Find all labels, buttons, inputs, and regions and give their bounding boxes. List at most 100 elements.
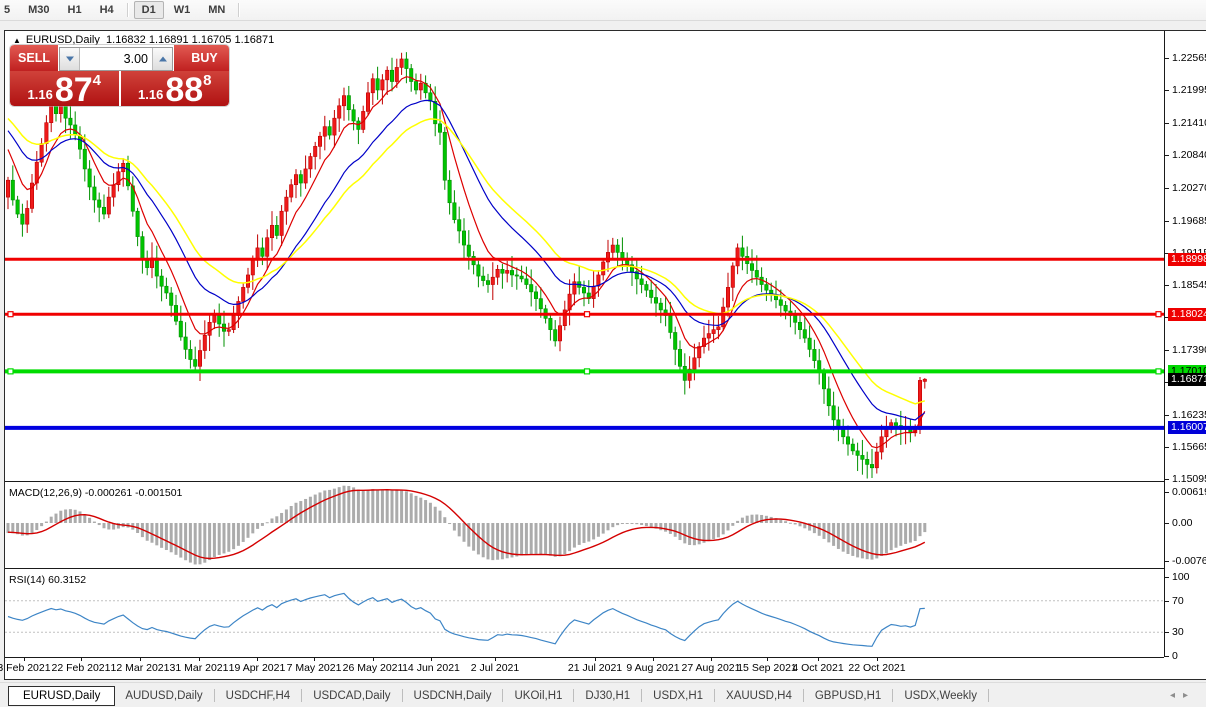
- timeframe-button-5[interactable]: 5: [0, 1, 18, 19]
- price-axis-label: 1.21995: [1172, 84, 1206, 97]
- tab-separator: [802, 689, 804, 702]
- price-axis-tick: [1165, 155, 1169, 157]
- tab-xauusd-h4[interactable]: XAUUSD,H4: [720, 687, 798, 705]
- macd-current-values: -0.000261 -0.001501: [84, 487, 183, 499]
- price-axis-tick: [1165, 415, 1169, 417]
- date-axis-tick: [140, 658, 141, 661]
- buy-price-big: 88: [165, 71, 204, 106]
- volume-increase-button[interactable]: [153, 48, 172, 70]
- tab-separator: [213, 689, 215, 702]
- line-handle[interactable]: [1155, 311, 1162, 318]
- macd-axis-label: 0.006193: [1172, 486, 1206, 499]
- price-axis-label: 1.15095: [1172, 473, 1206, 486]
- rsi-axis-tick: [1165, 656, 1169, 657]
- date-axis-tick: [767, 658, 768, 661]
- buy-price-prefix: 1.16: [138, 87, 164, 102]
- tab-usdcnh-daily[interactable]: USDCNH,Daily: [408, 687, 498, 705]
- tab-audusd-daily[interactable]: AUDUSD,Daily: [119, 687, 208, 705]
- one-click-trade-panel: SELL BUY 1.16 87 4 1.16 88 8: [10, 45, 229, 106]
- sell-price-box[interactable]: 1.16 87 4: [10, 71, 119, 106]
- timeframe-button-mn[interactable]: MN: [200, 1, 233, 19]
- tab-scroll-right-arrow[interactable]: ▸: [1183, 690, 1196, 701]
- trade-top-row: SELL BUY: [10, 45, 229, 71]
- timeframe-button-m30[interactable]: M30: [20, 1, 57, 19]
- tab-usdcad-daily[interactable]: USDCAD,Daily: [307, 687, 396, 705]
- triangle-up-icon: [158, 56, 167, 62]
- buy-price-sup: 8: [203, 72, 212, 89]
- timeframe-button-h4[interactable]: H4: [92, 1, 122, 19]
- tab-eurusd-daily[interactable]: EURUSD,Daily: [8, 685, 116, 706]
- rsi-axis-tick: [1165, 577, 1169, 578]
- price-axis[interactable]: 1.22565 1.21995 1.21410 1.20840 1.20270 1.196…: [1165, 31, 1206, 662]
- date-label: 7 May 2021: [286, 662, 342, 674]
- tab-separator: [502, 689, 504, 702]
- line-handle[interactable]: [583, 368, 591, 375]
- buy-price-box[interactable]: 1.16 88 8: [120, 71, 229, 106]
- volume-stepper: [59, 47, 173, 71]
- timeframe-button-d1[interactable]: D1: [133, 1, 164, 19]
- date-label: 3 Feb 2021: [0, 662, 51, 674]
- date-label: 9 Aug 2021: [626, 662, 680, 674]
- line-handle[interactable]: [7, 311, 14, 318]
- sell-price-prefix: 1.16: [27, 87, 53, 102]
- tab-usdx-weekly[interactable]: USDX,Weekly: [898, 687, 983, 705]
- tab-dj30-h1[interactable]: DJ30,H1: [579, 687, 636, 705]
- price-axis-tick: [1165, 187, 1169, 189]
- line-handle[interactable]: [7, 368, 14, 375]
- date-label: 14 Jun 2021: [402, 662, 460, 674]
- line-handle[interactable]: [583, 311, 591, 318]
- price-axis-label: 1.20270: [1172, 181, 1206, 194]
- timeframe-button-h1[interactable]: H1: [60, 1, 90, 19]
- date-axis-tick: [373, 658, 374, 661]
- date-axis-tick: [595, 658, 596, 661]
- price-axis-label: 1.17390: [1172, 343, 1206, 356]
- rsi-chart: [5, 592, 1164, 647]
- rsi-axis-label: 30: [1172, 626, 1184, 639]
- sell-button[interactable]: SELL: [10, 45, 58, 71]
- price-axis-label: 1.15665: [1172, 441, 1206, 454]
- macd-label: MACD(12,26,9) -0.000261 -0.001501: [9, 487, 182, 499]
- rsi-pane[interactable]: [5, 572, 1164, 657]
- price-tag-1.16871: 1.16871: [1168, 372, 1206, 386]
- toolbar-separator: [126, 3, 129, 17]
- tab-usdx-h1[interactable]: USDX,H1: [647, 687, 709, 705]
- tab-gbpusd-h1[interactable]: GBPUSD,H1: [809, 687, 887, 705]
- rsi-axis-label: 100: [1172, 571, 1190, 583]
- collapse-triangle-icon[interactable]: ▲: [13, 36, 21, 45]
- tab-separator: [401, 689, 403, 702]
- date-axis-tick: [199, 658, 200, 661]
- tab-ukoil-h1[interactable]: UKOil,H1: [508, 687, 568, 705]
- date-label: 4 Oct 2021: [792, 662, 844, 674]
- date-label: 22 Oct 2021: [848, 662, 906, 674]
- price-axis-tick: [1165, 284, 1169, 286]
- macd-axis-tick: [1165, 561, 1169, 563]
- buy-button[interactable]: BUY: [174, 45, 229, 71]
- price-axis-label: 1.21410: [1172, 117, 1206, 130]
- date-label: 12 Mar 2021: [110, 662, 170, 674]
- date-label: 21 Jul 2021: [567, 662, 623, 674]
- volume-decrease-button[interactable]: [60, 48, 79, 70]
- date-axis-tick: [653, 658, 654, 661]
- price-axis-tick: [1165, 123, 1169, 125]
- rsi-axis-label: 0: [1172, 650, 1178, 662]
- line-handle[interactable]: [1155, 368, 1162, 375]
- price-axis-label: 1.18545: [1172, 278, 1206, 291]
- chart-window: ▲ EURUSD,Daily 1.16832 1.16891 1.16705 1.…: [0, 30, 1206, 680]
- rsi-axis-label: 70: [1172, 594, 1184, 607]
- date-axis-tick: [431, 658, 432, 661]
- macd-axis-tick: [1165, 492, 1169, 494]
- volume-input[interactable]: [79, 48, 153, 70]
- date-label: 26 May 2021: [342, 662, 404, 674]
- tab-usdchf-h4[interactable]: USDCHF,H4: [220, 687, 297, 705]
- date-axis-tick: [711, 658, 712, 661]
- price-axis-tick: [1165, 220, 1169, 222]
- sell-price-big: 87: [54, 71, 93, 106]
- timeframe-toolbar: 5 M30 H1 H4 D1 W1 MN: [0, 0, 1206, 21]
- timeframe-button-w1[interactable]: W1: [166, 1, 199, 19]
- tab-scroll-left-arrow[interactable]: ◂: [1170, 690, 1183, 701]
- date-axis[interactable]: 3 Feb 2021 22 Feb 2021 12 Mar 2021 31 Mar 2…: [0, 658, 1164, 677]
- toolbar-separator: [238, 3, 241, 17]
- candles: [5, 52, 927, 479]
- mt4-terminal: { "toolbar":{ "timeframes":[ {"label":"5…: [0, 0, 1206, 707]
- rsi-axis-tick: [1165, 632, 1169, 634]
